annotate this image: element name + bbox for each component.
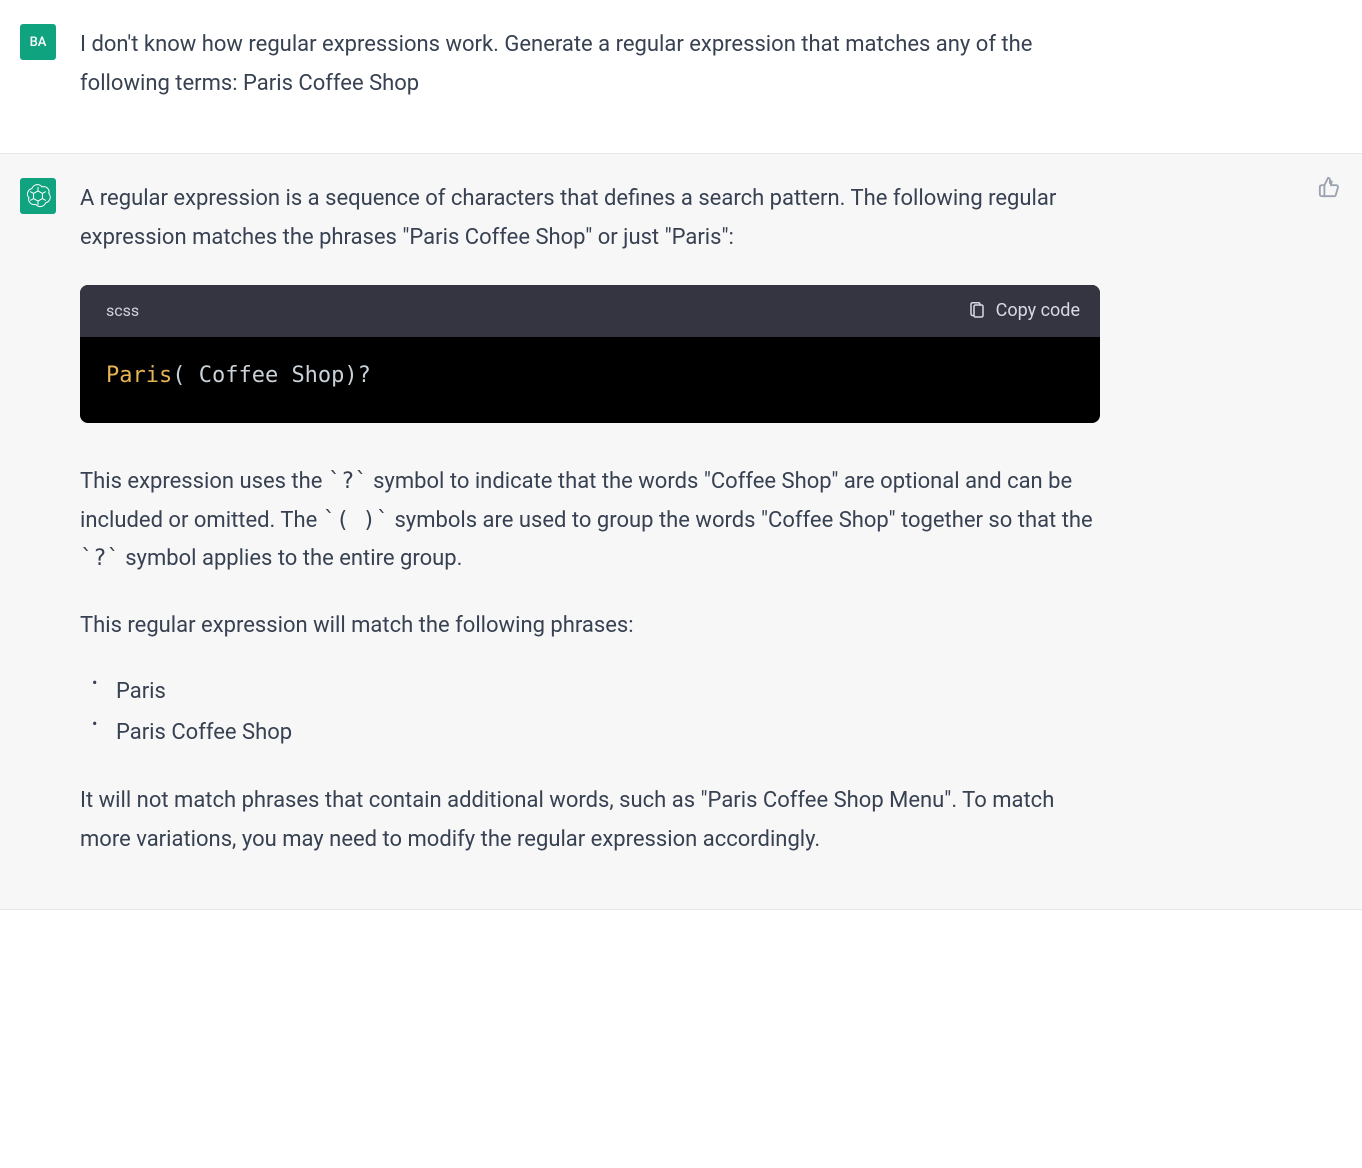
user-message-text: I don't know how regular expressions wor… [80,26,1100,103]
match-list: Paris Paris Coffee Shop [80,673,1100,752]
assistant-explanation-2: This regular expression will match the f… [80,607,1100,646]
feedback-actions [1318,176,1340,198]
inline-code-parens: `( )` [323,508,389,533]
code-block: scss Copy code Paris( Coffee Shop)? [80,285,1100,423]
list-item: Paris Coffee Shop [92,714,1100,753]
user-message-block: BA I don't know how regular expressions … [0,0,1362,154]
copy-code-label: Copy code [996,295,1080,327]
code-token-function: Paris [106,363,172,388]
user-avatar: BA [20,24,56,60]
user-message-content: I don't know how regular expressions wor… [80,24,1100,103]
text-segment: symbol applies to the entire group. [120,546,463,571]
thumbs-up-icon[interactable] [1318,176,1340,198]
code-block-header: scss Copy code [80,285,1100,337]
openai-logo-icon [25,183,51,209]
text-segment: symbols are used to group the words "Cof… [389,508,1093,533]
assistant-intro-text: A regular expression is a sequence of ch… [80,180,1100,257]
text-segment: This expression uses the [80,469,328,494]
inline-code-question-mark-2: `?` [80,546,120,571]
clipboard-icon [968,302,986,320]
inline-code-question-mark: `?` [328,469,368,494]
assistant-avatar [20,178,56,214]
code-language-label: scss [106,297,139,325]
assistant-explanation-3: It will not match phrases that contain a… [80,782,1100,859]
copy-code-button[interactable]: Copy code [968,295,1080,327]
assistant-message-content: A regular expression is a sequence of ch… [80,178,1100,859]
code-content[interactable]: Paris( Coffee Shop)? [80,337,1100,424]
code-token-rest: ( Coffee Shop)? [172,363,371,388]
assistant-explanation-1: This expression uses the `?` symbol to i… [80,463,1100,579]
assistant-message-block: A regular expression is a sequence of ch… [0,154,1362,910]
list-item: Paris [92,673,1100,712]
user-avatar-initials: BA [30,35,47,50]
